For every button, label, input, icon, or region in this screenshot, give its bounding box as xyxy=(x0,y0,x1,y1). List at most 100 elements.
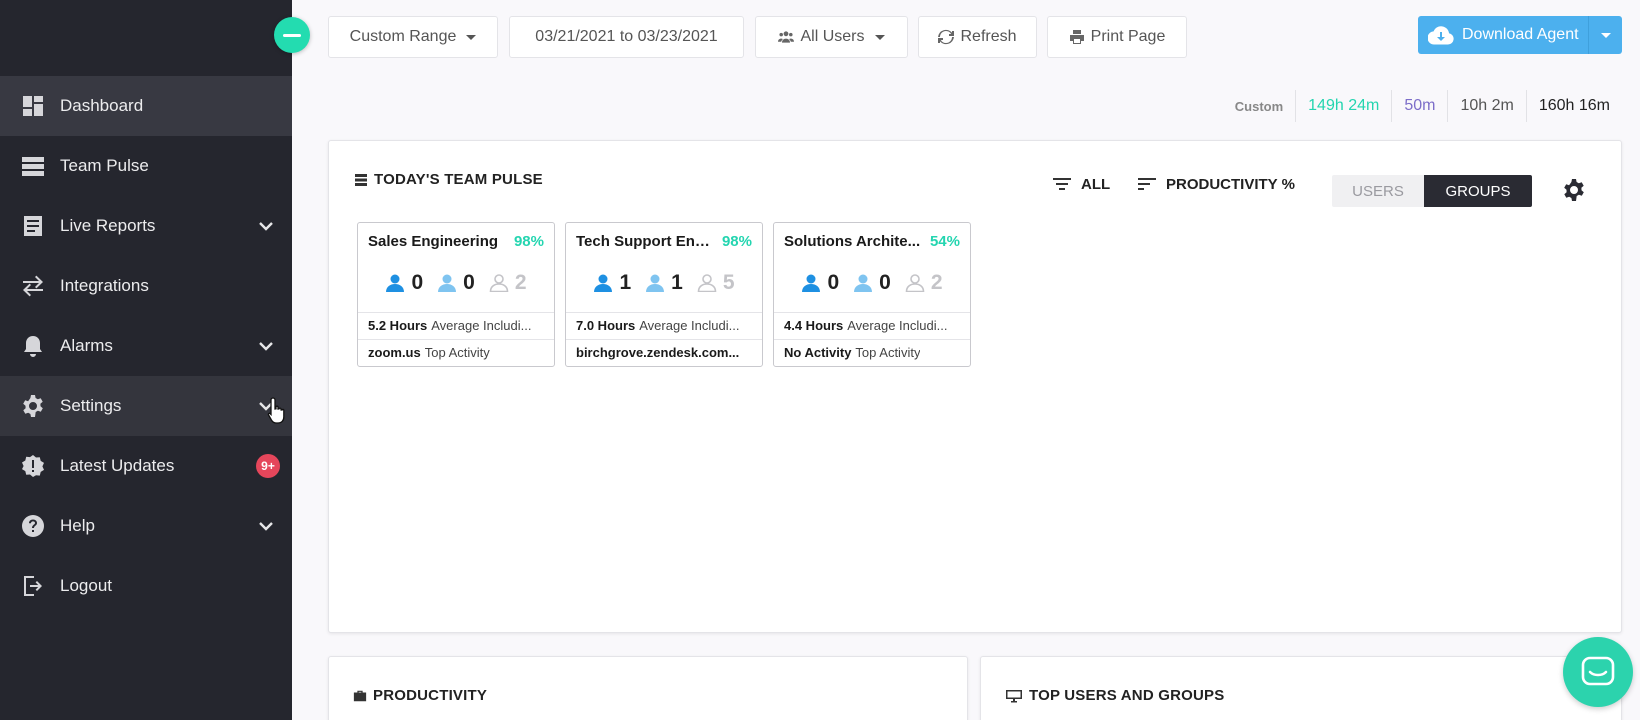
sidebar-item-label: Help xyxy=(60,516,95,535)
refresh-icon xyxy=(938,29,955,45)
sidebar-item-settings[interactable]: Settings xyxy=(0,376,292,436)
unproductive-time[interactable]: 50m xyxy=(1391,90,1447,122)
total-time[interactable]: 160h 16m xyxy=(1525,90,1622,122)
print-button[interactable]: Print Page xyxy=(1047,16,1187,58)
sort-productivity[interactable]: PRODUCTIVITY % xyxy=(1136,175,1295,193)
group-productivity: 98% xyxy=(513,233,544,250)
group-hours-row: 7.0 Hours Average Includi... xyxy=(566,312,762,338)
download-agent-label: Download Agent xyxy=(1462,26,1579,43)
group-hours: 7.0 Hours xyxy=(576,318,636,333)
idle-count: 0 xyxy=(879,271,891,294)
sidebar-nav: Dashboard Team Pulse Live Reports Integr… xyxy=(0,76,292,616)
chevron-down-icon[interactable] xyxy=(256,216,276,236)
group-top-activity: No Activity xyxy=(784,345,852,360)
group-productivity: 54% xyxy=(929,233,960,250)
active-count: 0 xyxy=(411,271,424,294)
sidebar-item-dashboard[interactable]: Dashboard xyxy=(0,76,292,136)
offline-count: 2 xyxy=(514,271,527,294)
date-range-value: 03/21/2021 to 03/23/2021 xyxy=(535,28,718,45)
group-top-activity-row: No Activity Top Activity xyxy=(774,339,970,365)
group-tile-header: Sales Engineering 98% xyxy=(368,233,544,250)
filter-icon xyxy=(1053,178,1071,190)
active-users: 0 xyxy=(801,271,839,295)
filter-all[interactable]: ALL xyxy=(1051,175,1110,193)
group-top-activity-row: birchgrove.zendesk.com... xyxy=(566,339,762,365)
group-tile[interactable]: Tech Support Eng... 98% 1 1 5 7.0 Hours A… xyxy=(565,222,763,367)
team-pulse-title: TODAY'S TEAM PULSE xyxy=(354,171,543,188)
sidebar-item-live-reports[interactable]: Live Reports xyxy=(0,196,292,256)
team-pulse-card: TODAY'S TEAM PULSE ALL PRODUCTIVITY % US… xyxy=(328,140,1622,633)
group-top-activity-label: Top Activity xyxy=(855,345,921,360)
offline-users: 2 xyxy=(489,271,527,295)
tab-groups[interactable]: GROUPS xyxy=(1424,175,1532,207)
live-reports-icon xyxy=(20,213,46,239)
sidebar-item-label: Latest Updates xyxy=(60,456,175,475)
download-dropdown-toggle[interactable] xyxy=(1588,16,1622,54)
sidebar-item-label: Settings xyxy=(60,396,122,415)
sidebar-item-integrations[interactable]: Integrations xyxy=(0,256,292,316)
settings-gear-icon[interactable] xyxy=(1562,178,1586,202)
list-icon xyxy=(355,173,367,186)
gear-icon xyxy=(20,393,46,419)
group-name: Sales Engineering xyxy=(368,233,499,250)
group-top-activity-row: zoom.us Top Activity xyxy=(358,339,554,365)
help-icon xyxy=(20,513,46,539)
tab-users[interactable]: USERS xyxy=(1332,175,1424,207)
time-summary-label: Custom xyxy=(1234,98,1284,114)
sidebar-item-team-pulse[interactable]: Team Pulse xyxy=(0,136,292,196)
user-offline-icon xyxy=(489,274,509,292)
neutral-time[interactable]: 10h 2m xyxy=(1447,90,1525,122)
group-tile[interactable]: Solutions Archite... 54% 0 0 2 4.4 Hours… xyxy=(773,222,971,367)
group-hours-label: Average Includi... xyxy=(639,318,740,333)
sidebar-item-logout[interactable]: Logout xyxy=(0,556,292,616)
sidebar-item-alarms[interactable]: Alarms xyxy=(0,316,292,376)
users-select[interactable]: All Users xyxy=(755,16,908,58)
productivity-title: PRODUCTIVITY xyxy=(353,687,487,704)
dashboard-icon xyxy=(20,93,46,119)
updates-icon xyxy=(20,453,46,479)
offline-users: 2 xyxy=(905,271,943,295)
idle-users: 0 xyxy=(437,271,475,295)
group-tile[interactable]: Sales Engineering 98% 0 0 2 5.2 Hours Ave… xyxy=(357,222,555,367)
refresh-button[interactable]: Refresh xyxy=(918,16,1037,58)
cloud-download-icon xyxy=(1428,26,1454,45)
view-toggle: USERS GROUPS xyxy=(1332,175,1532,207)
download-agent-button[interactable]: Download Agent xyxy=(1418,16,1622,54)
sidebar-item-latest-updates[interactable]: Latest Updates 9+ xyxy=(0,436,292,496)
sort-icon xyxy=(1138,178,1156,190)
group-hours: 5.2 Hours xyxy=(368,318,428,333)
refresh-label: Refresh xyxy=(960,28,1017,45)
group-user-counts: 1 1 5 xyxy=(566,271,762,295)
sidebar-item-label: Team Pulse xyxy=(60,156,149,175)
chevron-down-icon[interactable] xyxy=(256,516,276,536)
offline-count: 5 xyxy=(722,271,735,294)
chat-launcher-button[interactable] xyxy=(1563,637,1633,707)
idle-count: 0 xyxy=(463,271,475,294)
user-offline-icon xyxy=(697,274,717,292)
user-active-icon xyxy=(802,274,821,292)
user-active-icon xyxy=(594,274,613,292)
active-count: 1 xyxy=(619,271,632,294)
productivity-title-text: PRODUCTIVITY xyxy=(373,687,488,704)
briefcase-icon xyxy=(353,690,367,701)
integrations-icon xyxy=(20,273,46,299)
caret-down-icon xyxy=(466,34,477,40)
team-pulse-title-text: TODAY'S TEAM PULSE xyxy=(374,171,543,188)
date-range-picker[interactable]: 03/21/2021 to 03/23/2021 xyxy=(509,16,744,58)
idle-count: 1 xyxy=(671,271,683,294)
user-offline-icon xyxy=(905,274,925,292)
range-select[interactable]: Custom Range xyxy=(328,16,498,58)
sidebar: Dashboard Team Pulse Live Reports Integr… xyxy=(0,0,292,720)
idle-users: 1 xyxy=(645,271,683,295)
hand-cursor-icon xyxy=(267,397,285,424)
group-hours-label: Average Includi... xyxy=(847,318,948,333)
time-summary: Custom 149h 24m 50m 10h 2m 160h 16m xyxy=(1223,90,1622,122)
productive-time[interactable]: 149h 24m xyxy=(1295,90,1391,122)
sidebar-item-help[interactable]: Help xyxy=(0,496,292,556)
sidebar-collapse-button[interactable] xyxy=(274,17,310,53)
chevron-down-icon[interactable] xyxy=(256,336,276,356)
user-idle-icon xyxy=(646,274,665,292)
users-select-label: All Users xyxy=(800,28,865,45)
active-users: 1 xyxy=(593,271,631,295)
offline-count: 2 xyxy=(930,271,943,294)
